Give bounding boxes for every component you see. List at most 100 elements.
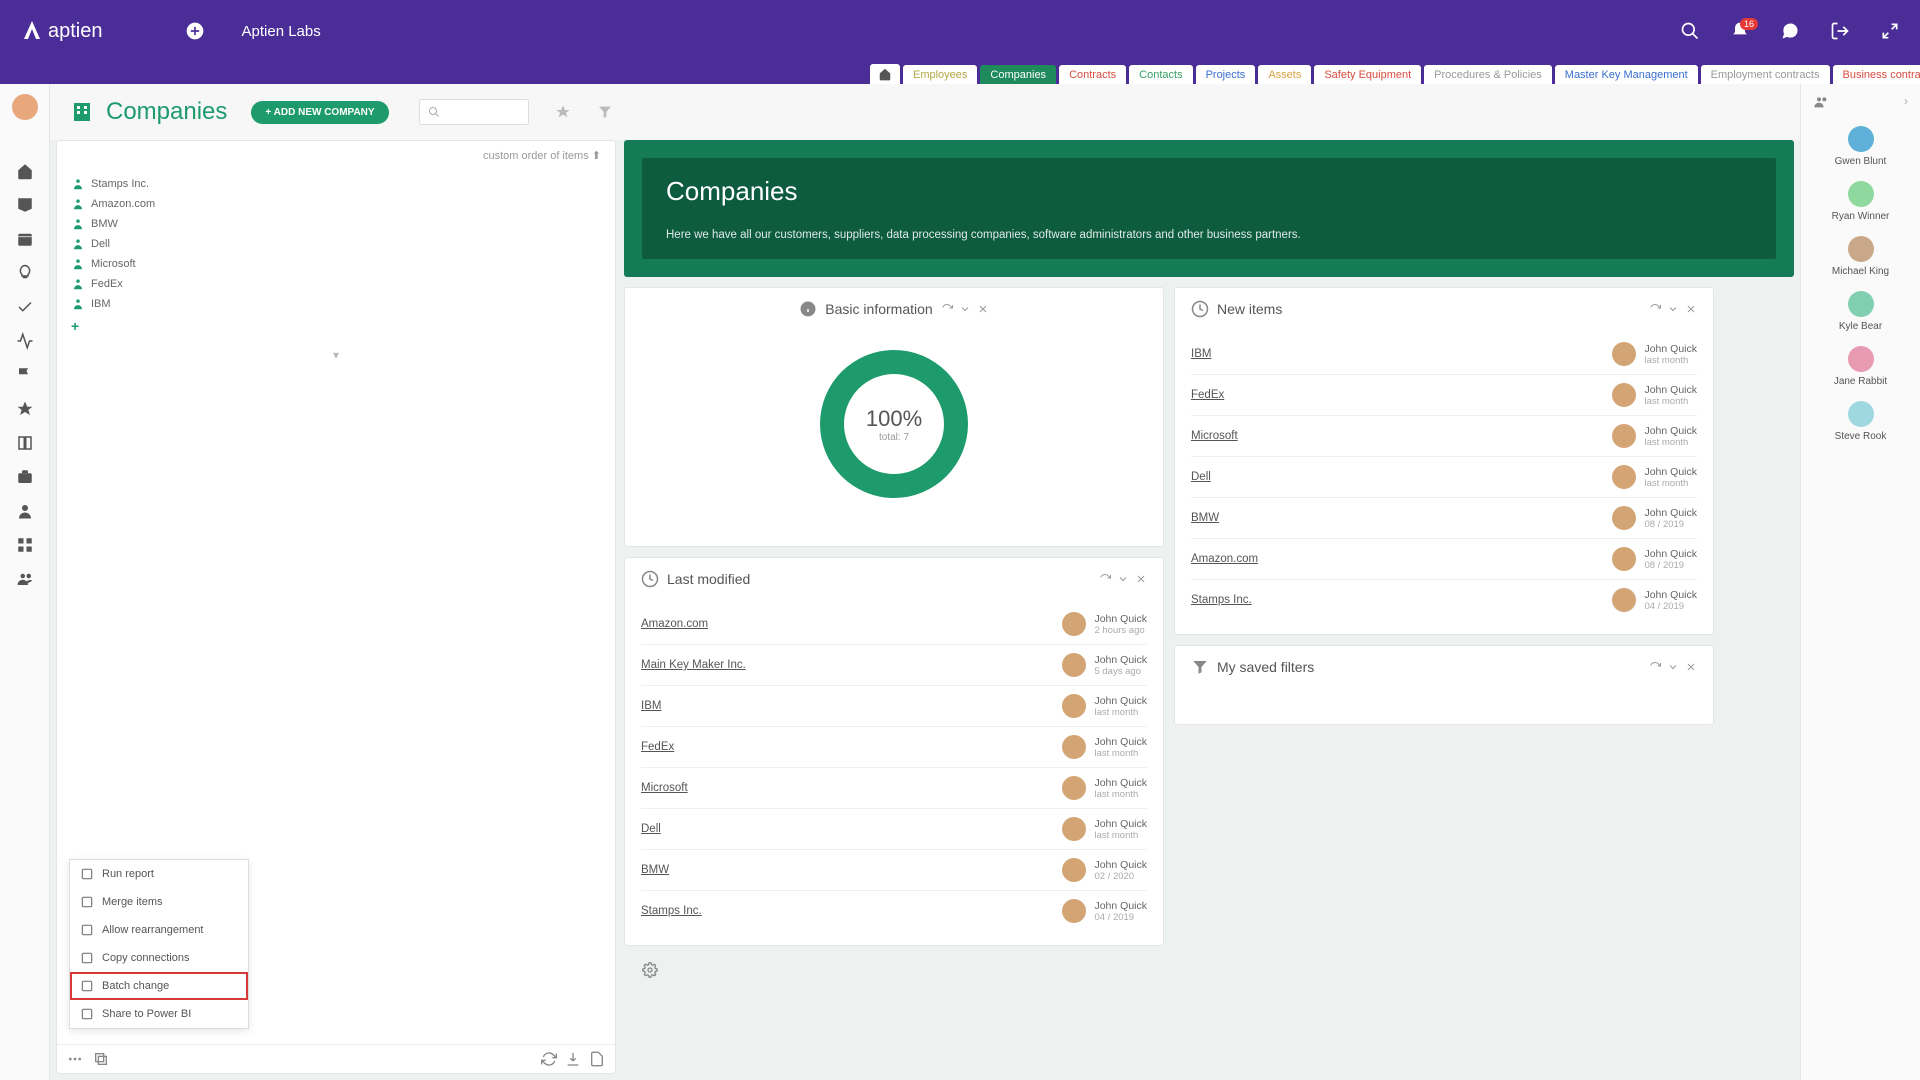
close-icon[interactable] bbox=[1135, 573, 1147, 585]
tab-safety-equipment[interactable]: Safety Equipment bbox=[1314, 65, 1421, 84]
tasks-icon[interactable] bbox=[16, 298, 34, 316]
item-link[interactable]: IBM bbox=[641, 700, 661, 712]
context-menu-item[interactable]: Copy connections bbox=[70, 944, 248, 972]
search-icon[interactable] bbox=[1680, 21, 1700, 41]
tree-item[interactable]: FedEx bbox=[71, 274, 601, 294]
chat-icon[interactable] bbox=[1780, 21, 1800, 41]
tree-add-button[interactable]: + bbox=[71, 314, 601, 338]
close-icon[interactable] bbox=[1685, 303, 1697, 315]
home-icon[interactable] bbox=[16, 162, 34, 180]
apps-icon[interactable] bbox=[16, 536, 34, 554]
global-add-button[interactable] bbox=[183, 19, 207, 43]
tab-employment-contracts[interactable]: Employment contracts bbox=[1701, 65, 1830, 84]
calendar-icon[interactable] bbox=[16, 230, 34, 248]
tree-order-label[interactable]: custom order of items ⬆ bbox=[57, 141, 615, 170]
download-icon[interactable] bbox=[565, 1051, 581, 1067]
item-link[interactable]: Stamps Inc. bbox=[1191, 594, 1252, 606]
current-user-avatar[interactable] bbox=[12, 94, 38, 120]
item-user: John Quick bbox=[1644, 548, 1697, 560]
refresh-icon[interactable] bbox=[541, 1051, 557, 1067]
inbox-icon[interactable] bbox=[16, 196, 34, 214]
widget-refresh-icon[interactable] bbox=[1649, 303, 1661, 315]
item-link[interactable]: Main Key Maker Inc. bbox=[641, 659, 746, 671]
person-item[interactable]: Jane Rabbit bbox=[1832, 346, 1890, 387]
document-icon[interactable] bbox=[589, 1051, 605, 1067]
chevron-down-icon[interactable] bbox=[959, 303, 971, 315]
item-user: John Quick bbox=[1644, 384, 1697, 396]
item-user: John Quick bbox=[1644, 425, 1697, 437]
item-link[interactable]: Amazon.com bbox=[641, 618, 708, 630]
list-item: Amazon.comJohn Quick2 hours ago bbox=[641, 604, 1147, 645]
item-link[interactable]: Amazon.com bbox=[1191, 553, 1258, 565]
context-menu-item[interactable]: Allow rearrangement bbox=[70, 916, 248, 944]
briefcase-icon[interactable] bbox=[16, 468, 34, 486]
person-item[interactable]: Michael King bbox=[1832, 236, 1890, 277]
add-new-company-button[interactable]: + ADD NEW COMPANY bbox=[251, 101, 388, 124]
item-link[interactable]: Microsoft bbox=[1191, 430, 1238, 442]
people-icon[interactable] bbox=[1813, 94, 1829, 110]
chevron-down-icon[interactable] bbox=[1667, 303, 1679, 315]
copy-icon[interactable] bbox=[93, 1051, 109, 1067]
dashboard-settings-icon[interactable] bbox=[624, 956, 1164, 984]
fullscreen-icon[interactable] bbox=[1880, 21, 1900, 41]
tab-contacts[interactable]: Contacts bbox=[1129, 65, 1192, 84]
person-item[interactable]: Steve Rook bbox=[1832, 401, 1890, 442]
activity-icon[interactable] bbox=[16, 332, 34, 350]
tab-home[interactable] bbox=[870, 64, 900, 84]
item-link[interactable]: Microsoft bbox=[641, 782, 688, 794]
widget-refresh-icon[interactable] bbox=[1649, 661, 1661, 673]
person-icon[interactable] bbox=[16, 502, 34, 520]
item-link[interactable]: BMW bbox=[1191, 512, 1219, 524]
logout-icon[interactable] bbox=[1830, 21, 1850, 41]
context-menu-item[interactable]: Merge items bbox=[70, 888, 248, 916]
context-menu-item[interactable]: Batch change bbox=[70, 972, 248, 1000]
tab-procedures[interactable]: Procedures & Policies bbox=[1424, 65, 1552, 84]
person-item[interactable]: Kyle Bear bbox=[1832, 291, 1890, 332]
tab-master-key[interactable]: Master Key Management bbox=[1555, 65, 1698, 84]
book-icon[interactable] bbox=[16, 434, 34, 452]
close-icon[interactable] bbox=[977, 303, 989, 315]
item-link[interactable]: FedEx bbox=[1191, 389, 1224, 401]
flag-icon[interactable] bbox=[16, 366, 34, 384]
tree-expand-icon[interactable]: ▾ bbox=[57, 342, 615, 368]
star-icon[interactable] bbox=[16, 400, 34, 418]
team-icon[interactable] bbox=[16, 570, 34, 588]
tab-business-contracts[interactable]: Business contracts bbox=[1833, 65, 1920, 84]
filter-icon[interactable] bbox=[597, 104, 613, 120]
tree-item[interactable]: BMW bbox=[71, 214, 601, 234]
menu-item-icon bbox=[80, 895, 94, 909]
tree-item[interactable]: Microsoft bbox=[71, 254, 601, 274]
widget-refresh-icon[interactable] bbox=[941, 303, 953, 315]
search-input[interactable] bbox=[419, 99, 529, 125]
idea-icon[interactable] bbox=[16, 264, 34, 282]
context-menu-item[interactable]: Run report bbox=[70, 860, 248, 888]
person-name: Gwen Blunt bbox=[1835, 156, 1887, 167]
item-link[interactable]: BMW bbox=[641, 864, 669, 876]
context-menu-item[interactable]: Share to Power BI bbox=[70, 1000, 248, 1028]
tab-assets[interactable]: Assets bbox=[1258, 65, 1311, 84]
tree-item[interactable]: Stamps Inc. bbox=[71, 174, 601, 194]
tab-employees[interactable]: Employees bbox=[903, 65, 977, 84]
tree-item[interactable]: Dell bbox=[71, 234, 601, 254]
tree-item[interactable]: IBM bbox=[71, 294, 601, 314]
chevron-right-icon[interactable]: › bbox=[1904, 94, 1908, 110]
item-link[interactable]: Dell bbox=[1191, 471, 1211, 483]
close-icon[interactable] bbox=[1685, 661, 1697, 673]
tree-item[interactable]: Amazon.com bbox=[71, 194, 601, 214]
more-icon[interactable] bbox=[67, 1051, 83, 1067]
tab-projects[interactable]: Projects bbox=[1196, 65, 1256, 84]
widget-refresh-icon[interactable] bbox=[1099, 573, 1111, 585]
tab-contracts[interactable]: Contracts bbox=[1059, 65, 1126, 84]
notifications-icon[interactable]: 16 bbox=[1730, 21, 1750, 41]
item-link[interactable]: Dell bbox=[641, 823, 661, 835]
tab-companies[interactable]: Companies bbox=[980, 65, 1056, 84]
favorite-icon[interactable] bbox=[555, 104, 571, 120]
logo[interactable]: aptien bbox=[20, 19, 103, 43]
person-item[interactable]: Gwen Blunt bbox=[1832, 126, 1890, 167]
item-link[interactable]: IBM bbox=[1191, 348, 1211, 360]
item-link[interactable]: FedEx bbox=[641, 741, 674, 753]
chevron-down-icon[interactable] bbox=[1667, 661, 1679, 673]
chevron-down-icon[interactable] bbox=[1117, 573, 1129, 585]
person-item[interactable]: Ryan Winner bbox=[1832, 181, 1890, 222]
item-link[interactable]: Stamps Inc. bbox=[641, 905, 702, 917]
